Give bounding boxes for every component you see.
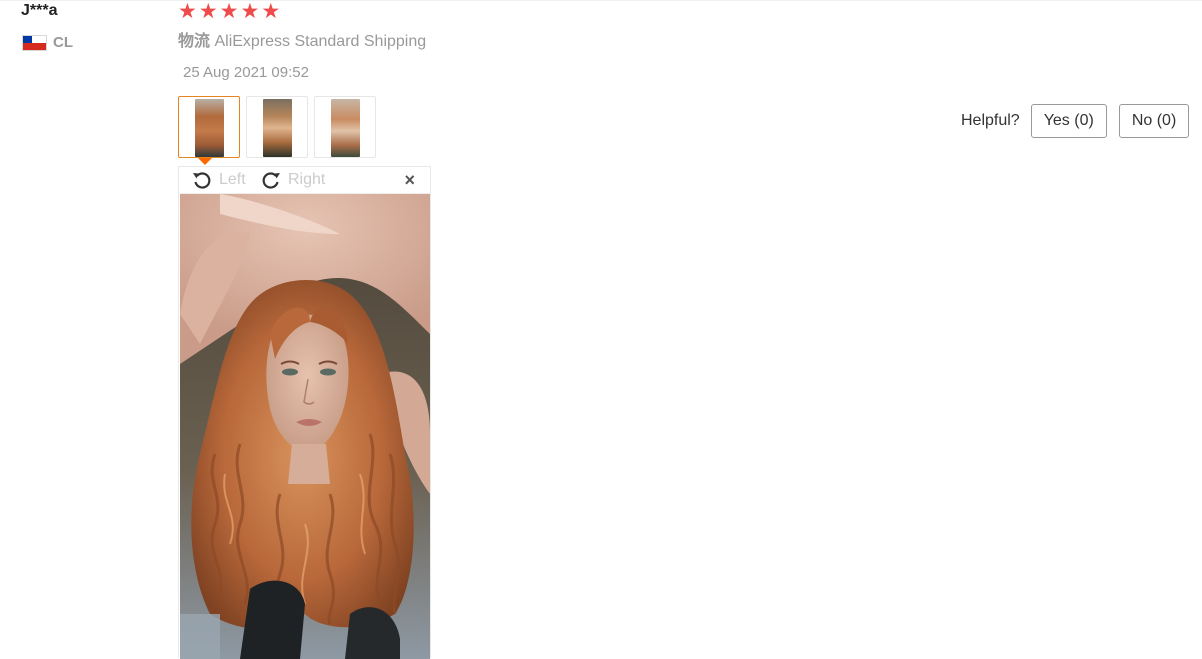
reviewer-country: CL — [22, 34, 73, 51]
rotate-right-label: Right — [288, 171, 326, 188]
review-date: 25 Aug 2021 09:52 — [183, 64, 309, 81]
shipping-info: 物流 AliExpress Standard Shipping — [178, 32, 426, 52]
helpful-vote: Helpful? Yes (0) No (0) — [961, 104, 1190, 138]
star-icon: ★ — [261, 0, 281, 23]
review-photo — [180, 194, 430, 659]
country-code: CL — [53, 34, 73, 51]
helpful-no-button[interactable]: No (0) — [1118, 104, 1190, 138]
viewer-toolbar: Left Right × — [179, 167, 430, 194]
shipping-method: AliExpress Standard Shipping — [214, 33, 427, 50]
star-icon: ★ — [198, 0, 218, 23]
photo-thumbnail-1[interactable] — [178, 96, 240, 158]
photo-viewer: Left Right × — [178, 166, 431, 659]
rotate-right-button[interactable]: Right — [261, 170, 325, 190]
shipping-label: 物流 — [178, 33, 211, 50]
helpful-label: Helpful? — [961, 112, 1020, 129]
star-rating: ★ ★ ★ ★ ★ — [178, 1, 280, 23]
star-icon: ★ — [219, 0, 239, 23]
rotate-right-icon — [262, 172, 280, 189]
rotate-left-icon — [193, 172, 211, 189]
star-icon: ★ — [240, 0, 260, 23]
photo-thumbnails — [178, 96, 376, 158]
close-icon[interactable]: × — [404, 171, 415, 189]
active-thumbnail-pointer — [198, 158, 212, 165]
rotate-left-label: Left — [219, 171, 246, 188]
rotate-left-button[interactable]: Left — [192, 170, 246, 190]
photo-thumbnail-3[interactable] — [314, 96, 376, 158]
helpful-yes-button[interactable]: Yes (0) — [1030, 104, 1107, 138]
reviewer-name: J***a — [21, 2, 58, 19]
star-icon: ★ — [178, 0, 197, 23]
chile-flag-icon — [22, 34, 47, 51]
photo-thumbnail-2[interactable] — [246, 96, 308, 158]
